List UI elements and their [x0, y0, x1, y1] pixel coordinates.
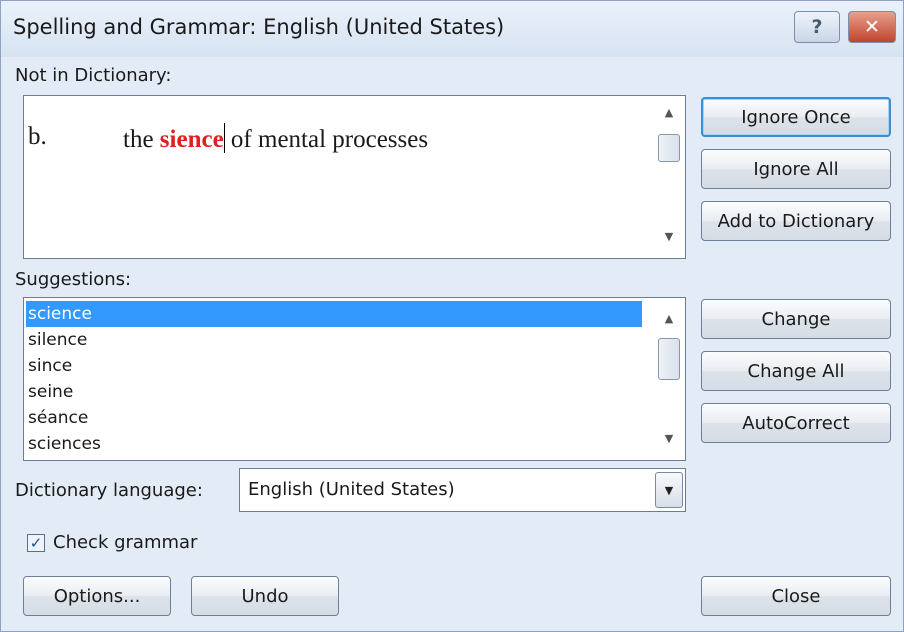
- not-in-dictionary-label: Not in Dictionary:: [15, 65, 172, 86]
- suggestion-item[interactable]: since: [26, 353, 642, 379]
- misspelled-word: sience: [159, 126, 224, 153]
- suggestions-list: science silence since seine séance sciences: [26, 301, 642, 457]
- dictionary-language-label: Dictionary language:: [15, 480, 203, 501]
- list-number: b.: [28, 123, 47, 150]
- help-button[interactable]: ?: [794, 11, 840, 43]
- undo-button[interactable]: Undo: [191, 576, 339, 616]
- suggestion-item[interactable]: silence: [26, 327, 642, 353]
- chevron-down-icon[interactable]: ▼: [655, 472, 683, 508]
- change-button[interactable]: Change: [701, 299, 891, 339]
- autocorrect-button[interactable]: AutoCorrect: [701, 403, 891, 443]
- options-button[interactable]: Options...: [23, 576, 171, 616]
- scroll-thumb[interactable]: [658, 134, 680, 162]
- scroll-thumb[interactable]: [658, 338, 680, 380]
- not-in-dictionary-scrollbar[interactable]: ▲ ▼: [653, 96, 685, 258]
- suggestions-scrollbar[interactable]: ▲ ▼: [653, 298, 685, 460]
- scroll-up-icon[interactable]: ▲: [653, 106, 685, 119]
- scroll-down-icon[interactable]: ▼: [653, 230, 685, 243]
- spelling-grammar-dialog: Spelling and Grammar: English (United St…: [0, 0, 904, 632]
- not-in-dictionary-textbox[interactable]: b. the sience of mental processes ▲ ▼: [23, 95, 686, 259]
- close-button[interactable]: Close: [701, 576, 891, 616]
- check-grammar-checkbox[interactable]: ✓: [27, 534, 45, 552]
- text-before: the: [123, 126, 160, 153]
- ignore-all-button[interactable]: Ignore All: [701, 149, 891, 189]
- title-bar: Spelling and Grammar: English (United St…: [1, 1, 903, 57]
- suggestions-listbox[interactable]: science silence since seine séance sciences ▲…: [23, 297, 686, 461]
- text-after: of mental processes: [224, 126, 429, 153]
- scroll-up-icon[interactable]: ▲: [653, 312, 685, 325]
- checkmark-icon: ✓: [29, 534, 43, 552]
- sentence-text: the sience of mental processes: [123, 123, 428, 154]
- dictionary-language-value: English (United States): [248, 479, 455, 500]
- scroll-down-icon[interactable]: ▼: [653, 432, 685, 445]
- window-title: Spelling and Grammar: English (United St…: [13, 15, 505, 39]
- add-to-dictionary-button[interactable]: Add to Dictionary: [701, 201, 891, 241]
- change-all-button[interactable]: Change All: [701, 351, 891, 391]
- check-grammar-label[interactable]: Check grammar: [53, 532, 197, 553]
- suggestion-item[interactable]: sciences: [26, 431, 642, 457]
- suggestions-label: Suggestions:: [15, 269, 132, 290]
- suggestion-item[interactable]: séance: [26, 405, 642, 431]
- suggestion-item[interactable]: seine: [26, 379, 642, 405]
- window-close-icon[interactable]: ✕: [848, 11, 896, 43]
- ignore-once-button[interactable]: Ignore Once: [701, 97, 891, 137]
- dictionary-language-select[interactable]: English (United States) ▼: [239, 468, 686, 512]
- suggestion-item[interactable]: science: [26, 301, 642, 327]
